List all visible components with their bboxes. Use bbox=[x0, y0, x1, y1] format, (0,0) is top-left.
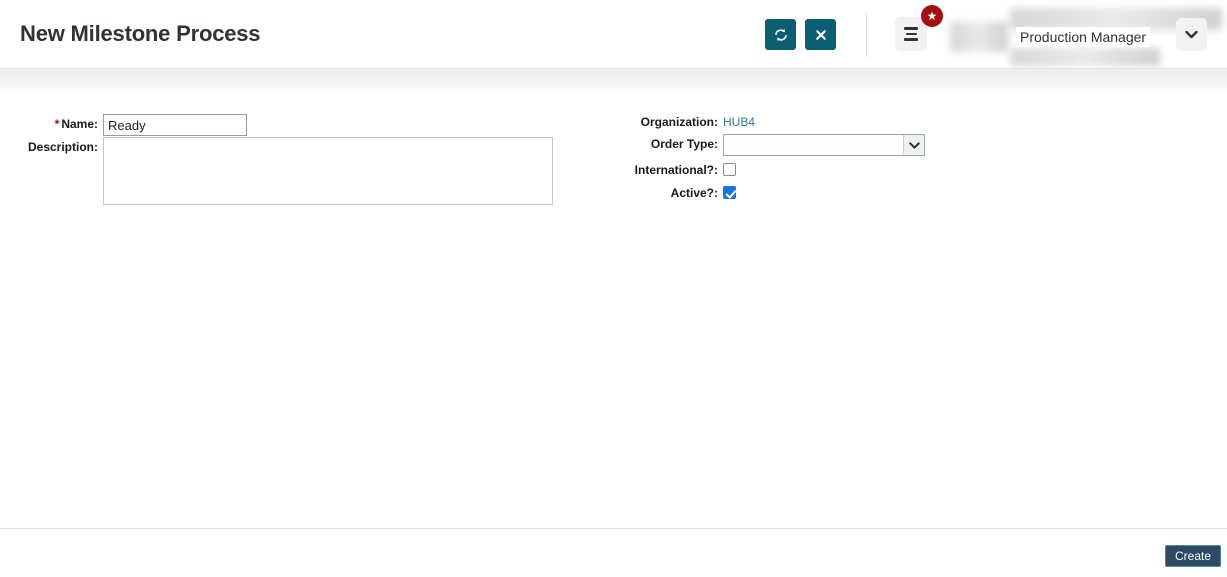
organization-label: Organization: bbox=[560, 112, 718, 132]
name-label: *Name: bbox=[20, 114, 98, 134]
hamburger-menu-icon bbox=[904, 27, 918, 30]
active-checkbox[interactable] bbox=[723, 186, 736, 199]
international-checkbox[interactable] bbox=[723, 163, 736, 176]
user-menu-dropdown-button[interactable] bbox=[1176, 18, 1207, 51]
chevron-down-icon bbox=[1185, 27, 1198, 42]
create-button[interactable]: Create bbox=[1165, 545, 1221, 567]
name-label-text: Name: bbox=[61, 117, 98, 131]
order-type-dropdown-arrow[interactable] bbox=[903, 135, 924, 155]
refresh-icon bbox=[773, 27, 789, 43]
avatar bbox=[950, 22, 1008, 52]
order-type-select[interactable] bbox=[723, 134, 925, 156]
form-body: *Name: Description: Organization: HUB4 O… bbox=[0, 90, 1227, 528]
header-sub-band bbox=[0, 68, 1227, 90]
close-icon bbox=[814, 28, 828, 42]
order-type-label: Order Type: bbox=[560, 134, 718, 154]
page-footer: Create bbox=[0, 529, 1227, 577]
menu-button-wrapper: ★ bbox=[895, 17, 927, 51]
name-input[interactable] bbox=[103, 114, 247, 136]
field-row-organization: Organization: HUB4 bbox=[560, 112, 755, 132]
user-profile-area[interactable]: Production Manager bbox=[950, 4, 1210, 64]
organization-link[interactable]: HUB4 bbox=[723, 112, 755, 132]
field-row-name: *Name: bbox=[20, 114, 560, 136]
field-row-order-type: Order Type: bbox=[560, 134, 925, 156]
user-role-label: Production Manager bbox=[1016, 27, 1150, 47]
page-header: New Milestone Process bbox=[0, 0, 1227, 68]
star-icon: ★ bbox=[921, 5, 943, 27]
application-window: New Milestone Process bbox=[0, 0, 1227, 577]
description-textarea[interactable] bbox=[103, 137, 553, 205]
international-label: International?: bbox=[560, 160, 718, 180]
page-title: New Milestone Process bbox=[20, 21, 260, 47]
field-row-international: International?: bbox=[560, 160, 736, 180]
header-action-buttons bbox=[765, 19, 836, 50]
description-label: Description: bbox=[20, 137, 98, 157]
required-marker: * bbox=[55, 117, 60, 131]
field-row-active: Active?: bbox=[560, 183, 736, 203]
active-label: Active?: bbox=[560, 183, 718, 203]
chevron-down-icon bbox=[909, 136, 920, 154]
user-detail-redacted bbox=[1010, 48, 1160, 66]
hamburger-menu-icon-bar bbox=[904, 38, 918, 41]
field-row-description: Description: bbox=[20, 137, 560, 205]
refresh-button[interactable] bbox=[765, 19, 796, 50]
close-button[interactable] bbox=[805, 19, 836, 50]
header-divider bbox=[866, 12, 867, 57]
hamburger-menu-icon-bar bbox=[906, 33, 917, 36]
